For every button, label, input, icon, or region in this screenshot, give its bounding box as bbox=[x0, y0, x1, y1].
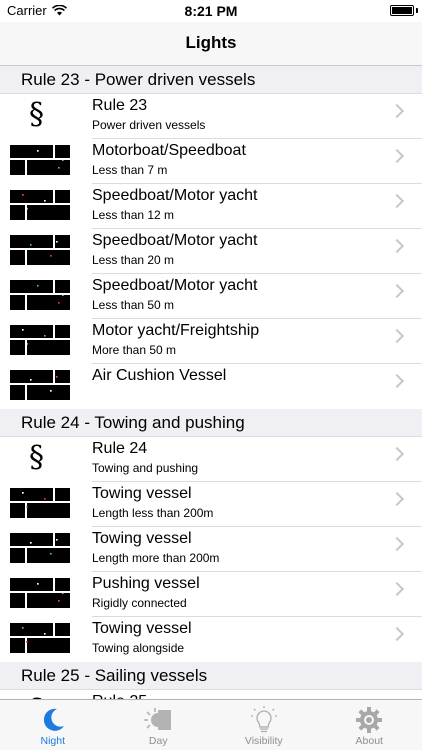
row-title: Speedboat/Motor yacht bbox=[92, 232, 258, 249]
gear-icon bbox=[354, 706, 384, 734]
chevron-right-icon bbox=[389, 238, 405, 254]
list-item[interactable]: Pushing vessel Rigidly connected bbox=[0, 572, 422, 617]
lights-thumbnail-icon bbox=[10, 370, 70, 400]
row-subtitle: Towing alongside bbox=[92, 641, 185, 655]
navigation-bar: Lights bbox=[0, 22, 422, 66]
lightbulb-icon bbox=[249, 706, 279, 734]
row-subtitle: Less than 7 m bbox=[92, 163, 168, 177]
chevron-right-icon bbox=[389, 148, 405, 164]
chevron-right-icon bbox=[389, 373, 405, 389]
lights-thumbnail-icon bbox=[10, 488, 70, 518]
tab-about[interactable]: About bbox=[317, 700, 422, 750]
list-item[interactable]: § Rule 23 Power driven vessels bbox=[0, 94, 422, 139]
list-item[interactable]: Speedboat/Motor yacht Less than 12 m bbox=[0, 184, 422, 229]
list-item[interactable]: Towing vessel Length more than 200m bbox=[0, 527, 422, 572]
lights-thumbnail-icon bbox=[10, 280, 70, 310]
status-bar: Carrier 8:21 PM bbox=[0, 0, 422, 22]
sun-icon bbox=[143, 706, 173, 734]
chevron-right-icon bbox=[389, 283, 405, 299]
tab-bar: Night Day Visibility About bbox=[0, 699, 422, 750]
list-item[interactable]: Towing vessel Length less than 200m bbox=[0, 482, 422, 527]
section-rows: § Rule 23 Power driven vessels Motorboat/S… bbox=[0, 94, 422, 409]
chevron-right-icon bbox=[389, 491, 405, 507]
chevron-right-icon bbox=[389, 446, 405, 462]
row-subtitle: Less than 20 m bbox=[92, 253, 175, 267]
row-subtitle: Power driven vessels bbox=[92, 118, 206, 132]
battery-icon bbox=[390, 5, 414, 16]
lights-thumbnail-icon bbox=[10, 190, 70, 220]
row-title: Towing vessel bbox=[92, 620, 192, 637]
lights-list[interactable]: Rule 23 - Power driven vessels § Rule 23 Po… bbox=[0, 66, 422, 699]
list-item[interactable]: Speedboat/Motor yacht Less than 50 m bbox=[0, 274, 422, 319]
chevron-right-icon bbox=[389, 103, 405, 119]
section-rows: §Rule 25 bbox=[0, 690, 422, 699]
chevron-right-icon bbox=[389, 626, 405, 642]
row-title: Motorboat/Speedboat bbox=[92, 142, 246, 159]
chevron-right-icon bbox=[389, 328, 405, 344]
section-icon: § bbox=[29, 97, 44, 132]
row-title: Speedboat/Motor yacht bbox=[92, 187, 258, 204]
page-title: Lights bbox=[185, 33, 237, 52]
section-header: Rule 23 - Power driven vessels bbox=[0, 66, 422, 94]
lights-thumbnail-icon bbox=[10, 145, 70, 175]
row-title: Towing vessel bbox=[92, 485, 192, 502]
tab-label: About bbox=[355, 735, 383, 747]
row-title: Rule 23 bbox=[92, 97, 148, 114]
lights-thumbnail-icon bbox=[10, 578, 70, 608]
list-item[interactable]: § Rule 24 Towing and pushing bbox=[0, 437, 422, 482]
tab-day[interactable]: Day bbox=[106, 700, 212, 750]
row-subtitle: Towing and pushing bbox=[92, 461, 199, 475]
list-item[interactable]: Speedboat/Motor yacht Less than 20 m bbox=[0, 229, 422, 274]
row-title: Pushing vessel bbox=[92, 575, 200, 592]
tab-label: Day bbox=[148, 735, 168, 747]
row-title: Rule 24 bbox=[92, 440, 148, 457]
list-item[interactable]: Towing vessel Towing alongside bbox=[0, 617, 422, 662]
moon-icon bbox=[38, 706, 68, 734]
lights-thumbnail-icon bbox=[10, 533, 70, 563]
status-time: 8:21 PM bbox=[184, 3, 238, 19]
list-item[interactable]: §Rule 25 bbox=[0, 690, 422, 699]
lights-thumbnail-icon bbox=[10, 235, 70, 265]
row-subtitle: Length less than 200m bbox=[92, 506, 214, 520]
row-subtitle: Rigidly connected bbox=[92, 596, 187, 610]
list-item[interactable]: Motor yacht/Freightship More than 50 m bbox=[0, 319, 422, 364]
row-subtitle: Less than 50 m bbox=[92, 298, 175, 312]
tab-label: Visibility bbox=[244, 735, 283, 747]
battery-tip bbox=[416, 8, 418, 13]
chevron-right-icon bbox=[389, 536, 405, 552]
tab-label: Night bbox=[40, 735, 65, 747]
lights-thumbnail-icon bbox=[10, 623, 70, 653]
chevron-right-icon bbox=[389, 193, 405, 209]
list-item[interactable]: Air Cushion Vessel bbox=[0, 364, 422, 409]
row-title: Motor yacht/Freightship bbox=[92, 322, 260, 339]
row-subtitle: Less than 12 m bbox=[92, 208, 175, 222]
row-subtitle: Length more than 200m bbox=[92, 551, 220, 565]
list-item[interactable]: Motorboat/Speedboat Less than 7 m bbox=[0, 139, 422, 184]
section-header: Rule 24 - Towing and pushing bbox=[0, 409, 422, 437]
section-icon: § bbox=[29, 440, 44, 475]
lights-thumbnail-icon bbox=[10, 325, 70, 355]
tab-night[interactable]: Night bbox=[0, 700, 106, 750]
section-header: Rule 25 - Sailing vessels bbox=[0, 662, 422, 690]
section-rows: § Rule 24 Towing and pushing Towing vessel… bbox=[0, 437, 422, 662]
row-title: Towing vessel bbox=[92, 530, 192, 547]
tab-visibility[interactable]: Visibility bbox=[211, 700, 317, 750]
row-title: Speedboat/Motor yacht bbox=[92, 277, 258, 294]
row-title: Air Cushion Vessel bbox=[92, 367, 227, 384]
chevron-right-icon bbox=[389, 581, 405, 597]
row-subtitle: More than 50 m bbox=[92, 343, 177, 357]
